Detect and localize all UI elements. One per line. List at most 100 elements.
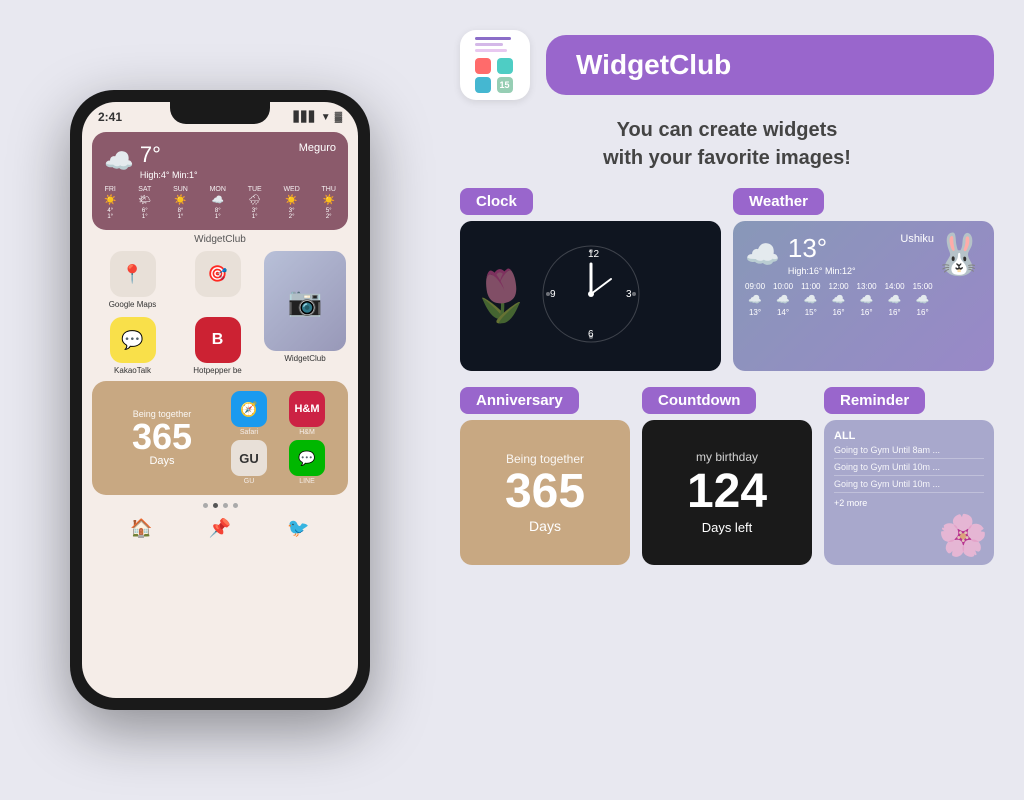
tagline-line1: You can create widgets	[617, 119, 838, 141]
phone-status-icons: ▋▋▋ ▼ ▓	[294, 112, 342, 123]
twitter-icon: 🐦	[287, 518, 309, 539]
reminder-label: Reminder	[824, 387, 925, 414]
right-panel: 15 WidgetClub You can create widgets wit…	[440, 0, 1024, 800]
phone-weather-days: FRI ☀️ 4°1° SAT 🌤 6°1° SUN ☀️ 8°1°	[104, 186, 336, 220]
logo-lines	[475, 37, 515, 55]
app-name-maps: Google Maps	[109, 300, 157, 309]
app-logo: 15	[460, 30, 530, 100]
widget-categories-bottom: Anniversary Being together 365 Days Coun…	[460, 387, 994, 565]
anniv-right-grid: 🧭 Safari H&M H&M GU GU 💬 LINE	[222, 391, 334, 485]
gu-icon: GU	[231, 440, 267, 476]
anniv-preview-subtitle: Being together	[506, 452, 584, 466]
phone-anniversary-widget: Being together 365 Days 🧭 Safari H&M H&M…	[92, 381, 348, 495]
anniv-left-side: Being together 365 Days	[106, 391, 218, 485]
logo-line-2	[475, 43, 503, 46]
line-icon: 💬	[289, 440, 325, 476]
app-item-maps[interactable]: 📍 Google Maps	[94, 251, 171, 309]
weather-label: Weather	[733, 188, 824, 215]
photo-widget: 📷 WidgetClub	[264, 251, 346, 375]
home-icon: 🏠	[130, 518, 152, 539]
anniv-days: 365	[132, 419, 192, 455]
logo-line-1	[475, 37, 511, 40]
reminder-item-2: Going to Gym Until 10m ...	[834, 462, 984, 476]
hm-icon: H&M	[289, 391, 325, 427]
reminder-all-label: ALL	[834, 430, 984, 442]
clock-widget-preview: 🌷 12 3 6 9	[460, 221, 721, 371]
mini-line[interactable]: 💬 LINE	[280, 440, 334, 485]
cloud-icon: ☁️	[104, 147, 134, 176]
phone-weather-hilo: High:4° Min:1°	[140, 170, 198, 180]
category-clock: Clock 🌷 12 3 6 9	[460, 188, 721, 371]
category-reminder: Reminder ALL Going to Gym Until 8am ... …	[824, 387, 994, 565]
weather-temp-group: 7° High:4° Min:1°	[140, 142, 198, 180]
phone-weather-temp: 7°	[140, 142, 198, 168]
weather-preview-temp: 13°	[788, 233, 827, 263]
svg-text:9: 9	[550, 289, 556, 300]
category-anniversary: Anniversary Being together 365 Days	[460, 387, 630, 565]
weather-day-sun: SUN ☀️ 8°1°	[173, 186, 188, 220]
category-weather: Weather ☁️ 13° High:16° Min:12° Ushiku 🐰…	[733, 188, 994, 371]
app-item-kakao[interactable]: 💬 KakaoTalk	[94, 317, 171, 375]
app-header: 15 WidgetClub	[460, 30, 994, 100]
weather-preview-hilo: High:16° Min:12°	[788, 266, 856, 276]
pin-icon: 📌	[209, 518, 231, 539]
reminder-widget-preview: ALL Going to Gym Until 8am ... Going to …	[824, 420, 994, 565]
phone-time: 2:41	[98, 110, 122, 124]
mini-safari[interactable]: 🧭 Safari	[222, 391, 276, 436]
weather-day-mon: MON ☁️ 8°1°	[210, 186, 226, 220]
phone-mockup-panel: 2:41 ▋▋▋ ▼ ▓ ☁️ 7° High:4° Min:1°	[0, 0, 440, 800]
countdown-label: Countdown	[642, 387, 756, 414]
countdown-days-label: Days left	[702, 520, 753, 535]
app-title: WidgetClub	[576, 49, 731, 80]
countdown-widget-preview: my birthday 124 Days left	[642, 420, 812, 565]
phone-page-dots	[82, 503, 358, 508]
anniv-preview-days: 365	[505, 468, 585, 516]
weather-preview-temp-group: 13° High:16° Min:12°	[788, 233, 856, 276]
weather-preview-location: Ushiku	[900, 233, 934, 245]
wifi-icon: ▼	[321, 112, 331, 123]
app-item-target[interactable]: 🎯	[179, 251, 256, 309]
phone-weather-widget: ☁️ 7° High:4° Min:1° Meguro FRI ☀️ 4°1°	[92, 132, 348, 230]
phone-weather-location: Meguro	[299, 142, 336, 154]
dot-4	[233, 503, 238, 508]
app-tagline: You can create widgets with your favorit…	[460, 116, 994, 172]
signal-icon: ▋▋▋	[294, 112, 317, 123]
dot-1	[203, 503, 208, 508]
phone-bottom-bar: 🏠 📌 🐦	[82, 512, 358, 545]
dot-2	[213, 503, 218, 508]
logo-line-3	[475, 49, 507, 52]
widget-categories-top: Clock 🌷 12 3 6 9	[460, 188, 994, 371]
app-name-banner: WidgetClub	[546, 35, 994, 95]
photo-widget-label: WidgetClub	[284, 354, 325, 363]
weather-day-thu: THU ☀️ 5°2°	[322, 186, 336, 220]
weather-cloud-icon: ☁️	[745, 238, 780, 271]
weather-day-fri: FRI ☀️ 4°1°	[104, 186, 116, 220]
bunny-decoration: 🐰	[934, 231, 984, 278]
svg-text:3: 3	[626, 289, 632, 300]
phone-device: 2:41 ▋▋▋ ▼ ▓ ☁️ 7° High:4° Min:1°	[70, 90, 370, 710]
weather-day-tue: TUE 🌧 3°1°	[248, 186, 262, 220]
maps-icon: 📍	[110, 251, 156, 297]
weather-top: ☁️ 7° High:4° Min:1° Meguro	[104, 142, 336, 180]
kakao-icon: 💬	[110, 317, 156, 363]
app-item-hotpepper[interactable]: B Hotpepper be	[179, 317, 256, 375]
hotpepper-icon: B	[195, 317, 241, 363]
weather-widget-preview: ☁️ 13° High:16° Min:12° Ushiku 🐰 09:00☁️…	[733, 221, 994, 371]
tagline-line2: with your favorite images!	[603, 147, 851, 169]
mini-gu[interactable]: GU GU	[222, 440, 276, 485]
anniversary-widget-preview: Being together 365 Days	[460, 420, 630, 565]
phone-notch	[170, 102, 270, 124]
countdown-days: 124	[687, 468, 767, 516]
weather-day-sat: SAT 🌤 6°1°	[138, 186, 151, 220]
clock-svg: 12 3 6 9	[536, 239, 646, 349]
countdown-title: my birthday	[696, 450, 758, 464]
target-icon: 🎯	[195, 251, 241, 297]
reminder-item-3: Going to Gym Until 10m ...	[834, 479, 984, 493]
logo-dot-4: 15	[497, 77, 513, 93]
battery-icon: ▓	[335, 112, 342, 123]
mini-hm[interactable]: H&M H&M	[280, 391, 334, 436]
anniv-subtitle: Being together	[133, 409, 192, 419]
reminder-more: +2 more	[834, 498, 984, 508]
flower-decoration: 🌸	[938, 512, 988, 559]
category-countdown: Countdown my birthday 124 Days left	[642, 387, 812, 565]
